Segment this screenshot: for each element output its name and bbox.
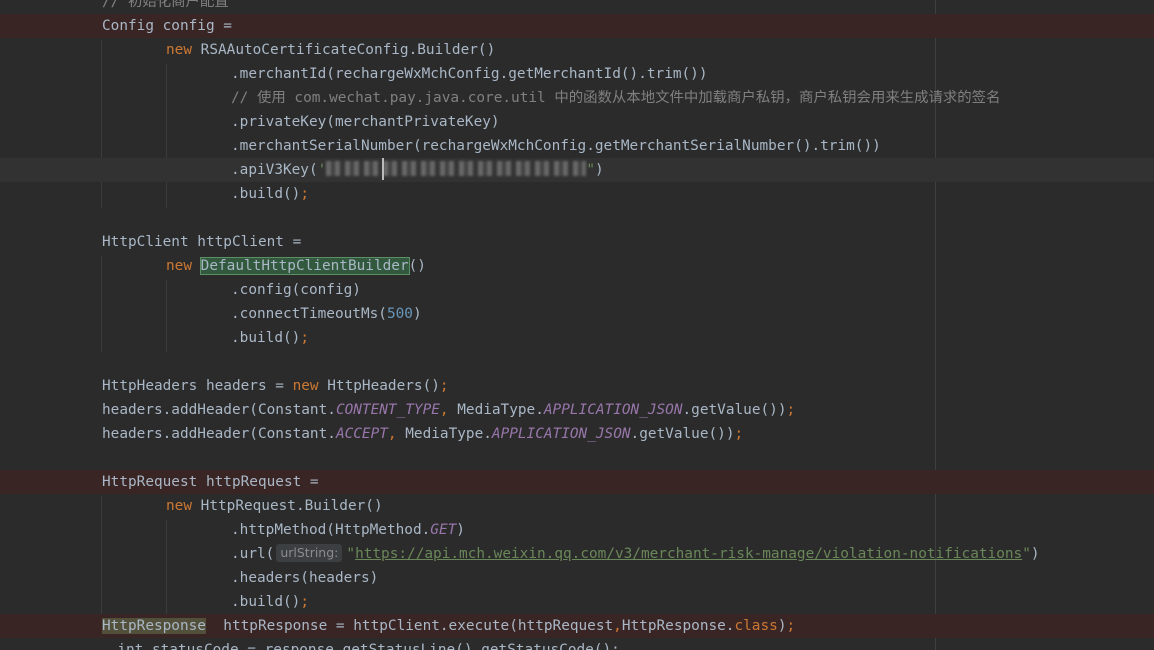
code-line[interactable]: HttpResponse httpResponse = httpClient.e… [0,614,1154,638]
code-line[interactable]: // 使用 com.wechat.pay.java.core.util 中的函数… [0,86,1154,110]
code-line[interactable]: headers.addHeader(Constant.ACCEPT, Media… [0,422,1154,446]
add-header-accept: headers.addHeader(Constant.ACCEPT, Media… [102,426,744,442]
url-call: .url(urlString: "https://api.mch.weixin.q… [231,544,1040,562]
code-line[interactable]: HttpRequest httpRequest = [0,470,1154,494]
keyword-new: new [166,42,192,58]
code-line[interactable]: new RSAAutoCertificateConfig.Builder() [0,38,1154,62]
comment-usage: // 使用 com.wechat.pay.java.core.util 中的函数… [231,90,1001,106]
code-line[interactable]: .url(urlString: "https://api.mch.weixin.q… [0,542,1154,566]
code-line[interactable]: new DefaultHttpClientBuilder() [0,254,1154,278]
text-caret [382,158,384,180]
code-line[interactable]: HttpHeaders headers = new HttpHeaders(); [0,374,1154,398]
comment-init: // 初始化商户配置 [102,0,229,10]
apiv3-key-call: .apiV3Key(' ") [231,161,604,178]
http-response-statement: HttpResponse httpResponse = httpClient.e… [102,618,796,634]
timeout-value: 500 [386,306,413,322]
http-method-call: .httpMethod(HttpMethod.GET) [231,522,465,538]
config-call: .config(config) [231,282,361,298]
merchant-id-call: .merchantId(rechargeWxMchConfig.getMerch… [231,66,708,82]
rsa-builder-statement: new RSAAutoCertificateConfig.Builder() [166,38,495,62]
code-line[interactable]: Config config = [0,14,1154,38]
code-line[interactable]: .build(); [0,182,1154,206]
config-declaration: Config config = [102,18,232,34]
http-request-declaration: HttpRequest httpRequest = [102,474,319,490]
build-call: .build(); [231,594,309,610]
status-code-statement: int statusCode = response.getStatusLine(… [100,642,620,650]
http-client-declaration: HttpClient httpClient = [102,234,302,250]
rsa-builder-call: RSAAutoCertificateConfig.Builder() [192,42,496,58]
code-line[interactable]: .build(); [0,326,1154,350]
code-editor[interactable]: // 初始化商户配置 Config config = new RSAAutoCe… [0,0,1154,650]
code-line[interactable]: HttpClient httpClient = [0,230,1154,254]
code-line[interactable]: .httpMethod(HttpMethod.GET) [0,518,1154,542]
code-line[interactable]: .privateKey(merchantPrivateKey) [0,110,1154,134]
private-key-call: .privateKey(merchantPrivateKey) [231,114,500,130]
code-line[interactable]: int statusCode = response.getStatusLine(… [0,638,1154,650]
headers-declaration: HttpHeaders headers = new HttpHeaders(); [102,378,449,394]
highlighted-identifier[interactable]: DefaultHttpClientBuilder [199,257,410,275]
redacted-api-key [326,161,587,176]
url-link[interactable]: https://api.mch.weixin.qq.com/v3/merchan… [355,546,1022,562]
request-builder-statement: new HttpRequest.Builder() [166,498,383,514]
serial-number-call: .merchantSerialNumber(rechargeWxMchConfi… [231,138,881,154]
build-call: .build(); [231,330,309,346]
add-header-content-type: headers.addHeader(Constant.CONTENT_TYPE,… [102,402,796,418]
code-line[interactable]: .merchantSerialNumber(rechargeWxMchConfi… [0,134,1154,158]
code-line[interactable]: .config(config) [0,278,1154,302]
build-call: .build(); [231,186,309,202]
code-line[interactable]: headers.addHeader(Constant.CONTENT_TYPE,… [0,398,1154,422]
parameter-hint: urlString: [276,544,343,562]
headers-call: .headers(headers) [231,570,379,586]
default-builder-statement: new DefaultHttpClientBuilder() [166,257,426,275]
code-line-current[interactable]: .apiV3Key(' ") [0,158,1154,182]
code-line[interactable]: .connectTimeoutMs(500) [0,302,1154,326]
code-line[interactable]: .build(); [0,590,1154,614]
code-line[interactable]: // 初始化商户配置 [0,0,1154,14]
code-line[interactable]: .merchantId(rechargeWxMchConfig.getMerch… [0,62,1154,86]
unresolved-type[interactable]: HttpResponse [102,618,206,634]
code-line[interactable]: .headers(headers) [0,566,1154,590]
code-line[interactable]: new HttpRequest.Builder() [0,494,1154,518]
connect-timeout-call: .connectTimeoutMs(500) [231,306,422,322]
